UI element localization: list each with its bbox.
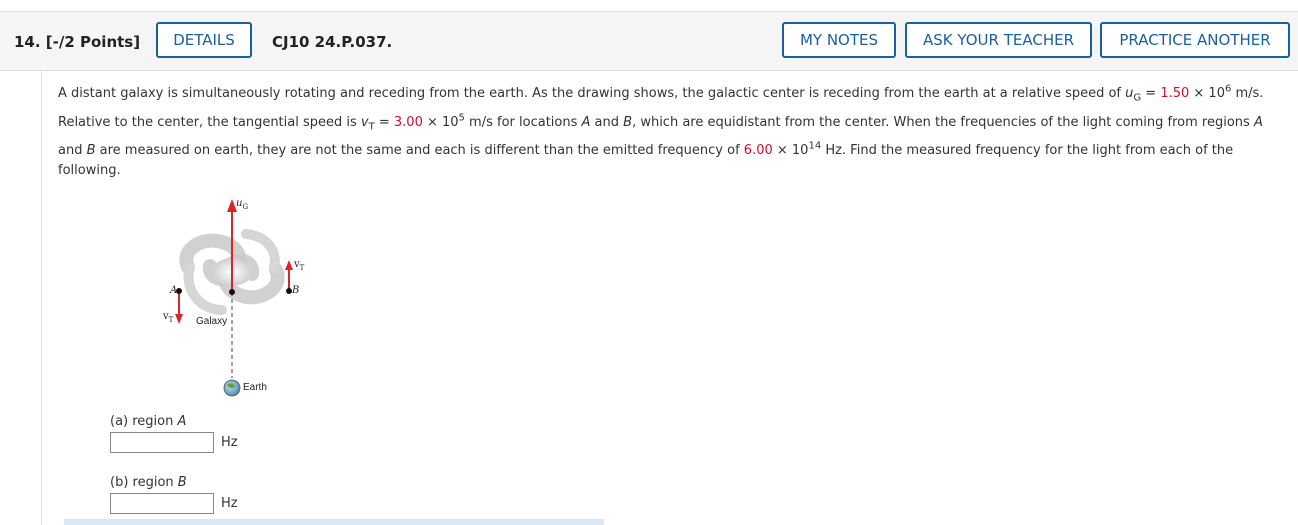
earth-icon: [223, 379, 241, 397]
a-label: A: [170, 285, 178, 296]
part-b-unit: Hz: [221, 496, 238, 511]
earth-label: Earth: [243, 382, 267, 393]
region-b-answer-input[interactable]: [110, 493, 214, 514]
galaxy-diagram: [175, 199, 293, 397]
ask-your-teacher-button[interactable]: ASK YOUR TEACHER: [905, 22, 1092, 58]
galaxy-figure: uG vT B A vT Galaxy Earth: [150, 192, 310, 402]
question-number: 14. [-/2 Points]: [14, 33, 141, 51]
practice-another-button[interactable]: PRACTICE ANOTHER: [1100, 22, 1290, 58]
galaxy-label: Galaxy: [196, 316, 228, 327]
my-notes-button[interactable]: MY NOTES: [782, 22, 896, 58]
vt-label-a: vT: [163, 311, 174, 324]
part-a-label: (a) region A: [110, 414, 187, 429]
galactic-center-dot: [229, 289, 235, 295]
ug-label: uG: [236, 198, 249, 211]
part-a-unit: Hz: [221, 435, 238, 450]
b-label: B: [292, 285, 300, 296]
question-text: A distant galaxy is simultaneously rotat…: [58, 83, 1264, 178]
region-a-answer-input[interactable]: [110, 432, 214, 453]
content-left-border: [41, 71, 42, 525]
question-code: CJ10 24.P.037.: [272, 33, 393, 51]
details-button[interactable]: DETAILS: [156, 22, 252, 58]
frequency-value: 6.00: [743, 143, 773, 158]
question-header: 14. [-/2 Points] DETAILS CJ10 24.P.037. …: [0, 12, 1298, 71]
vt-label-b: vT: [294, 259, 305, 272]
part-b-label: (b) region B: [110, 475, 187, 490]
vt-value: 3.00: [393, 114, 423, 130]
footer-bar: [64, 519, 604, 525]
vt-arrow-a: [175, 292, 183, 324]
ug-value: 1.50: [1160, 86, 1190, 101]
